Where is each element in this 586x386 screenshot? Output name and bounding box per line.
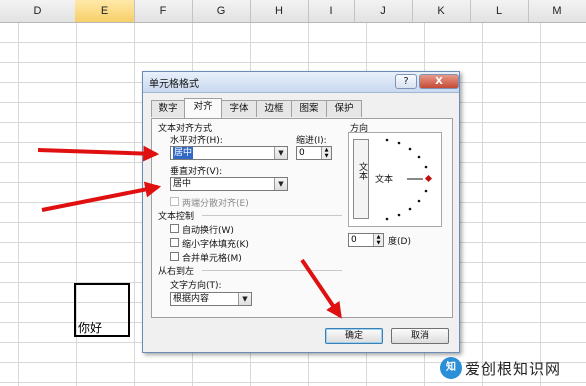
distributed-label: 两端分散对齐(E) [182, 199, 249, 209]
indent-value: 0 [299, 148, 305, 158]
rtl-section-label: 从右到左 [158, 267, 195, 277]
column-header-m[interactable]: M [528, 0, 586, 22]
column-header-d[interactable]: D [0, 0, 76, 22]
tab-font[interactable]: 字体 [221, 100, 257, 117]
close-button[interactable]: X [419, 74, 459, 89]
column-header-k[interactable]: K [412, 0, 471, 22]
chevron-down-icon: ▼ [274, 147, 287, 159]
tab-alignment[interactable]: 对齐 [184, 98, 222, 118]
column-header-f[interactable]: F [134, 0, 193, 22]
horizontal-align-select[interactable]: 居中 ▼ [170, 146, 288, 160]
column-header-bar: D E F G H I J K L M [0, 0, 586, 23]
tab-border[interactable]: 边框 [256, 100, 292, 117]
merge-cells-checkbox[interactable] [170, 252, 179, 261]
spinner-arrows-icon[interactable]: ▲ ▼ [321, 147, 331, 159]
column-header-i[interactable]: I [308, 0, 355, 22]
shrink-to-fit-checkbox[interactable] [170, 238, 179, 247]
dialog-titlebar[interactable]: 单元格格式 ? X [143, 72, 459, 93]
horizontal-align-value: 居中 [173, 147, 194, 159]
degrees-spinner[interactable]: 0 ▲ ▼ [348, 233, 384, 247]
wrap-text-checkbox[interactable] [170, 224, 179, 233]
tab-number[interactable]: 数字 [151, 100, 185, 117]
vertical-label: 垂直对齐(V): [170, 167, 223, 177]
merge-cells-label: 合并单元格(M) [182, 254, 242, 264]
distributed-checkbox[interactable] [170, 197, 179, 206]
text-direction-select[interactable]: 根据内容 ▼ [170, 292, 252, 306]
orientation-dial[interactable]: 文本 [373, 135, 441, 225]
watermark-logo-icon: 知 [440, 357, 462, 379]
ok-button[interactable]: 确定 [325, 328, 383, 344]
vertical-text-button[interactable]: 文本 [353, 139, 369, 219]
vertical-align-select[interactable]: 居中 ▼ [170, 177, 288, 191]
horizontal-label: 水平对齐(H): [170, 136, 223, 146]
wrap-text-label: 自动换行(W) [182, 226, 234, 236]
chevron-down-icon: ▼ [274, 178, 287, 190]
column-header-h[interactable]: H [250, 0, 309, 22]
dialog-title: 单元格格式 [149, 79, 199, 90]
indent-label: 缩进(I): [296, 136, 327, 146]
column-header-e[interactable]: E [75, 0, 135, 22]
watermark-text: 爱创根知识网 [465, 359, 562, 378]
tab-patterns[interactable]: 图案 [291, 100, 327, 117]
column-header-j[interactable]: J [354, 0, 413, 22]
tab-protection[interactable]: 保护 [326, 100, 362, 117]
vertical-text-label: 文本 [357, 162, 367, 180]
divider [202, 270, 342, 271]
divider [202, 215, 342, 216]
format-cells-dialog: 单元格格式 ? X 数字 对齐 字体 边框 图案 保护 文本对齐方式 水平对齐(… [142, 71, 460, 353]
watermark: 知 爱创根知识网 [440, 356, 561, 380]
cell-text: 你好 [78, 321, 103, 335]
indent-spinner[interactable]: 0 ▲ ▼ [296, 146, 332, 160]
horizontal-text-label: 文本 [375, 173, 393, 185]
column-header-g[interactable]: G [192, 0, 251, 22]
text-direction-label: 文字方向(T): [170, 281, 222, 291]
degrees-value: 0 [351, 235, 357, 245]
cancel-button[interactable]: 取消 [391, 328, 449, 344]
alignment-panel: 文本对齐方式 水平对齐(H): 居中 ▼ 缩进(I): 0 ▲ ▼ 垂直对齐(V)… [151, 118, 453, 318]
help-button[interactable]: ? [395, 74, 417, 89]
text-control-section-label: 文本控制 [158, 212, 195, 222]
column-header-l[interactable]: L [470, 0, 529, 22]
vertical-align-value: 居中 [173, 179, 192, 189]
chevron-down-icon: ▼ [238, 293, 251, 305]
text-direction-value: 根据内容 [173, 294, 210, 304]
shrink-to-fit-label: 缩小字体填充(K) [182, 240, 249, 250]
degrees-label: 度(D) [388, 237, 411, 247]
orientation-selector[interactable]: 文本 文本 [348, 132, 442, 227]
spinner-arrows-icon[interactable]: ▲ ▼ [373, 234, 383, 246]
